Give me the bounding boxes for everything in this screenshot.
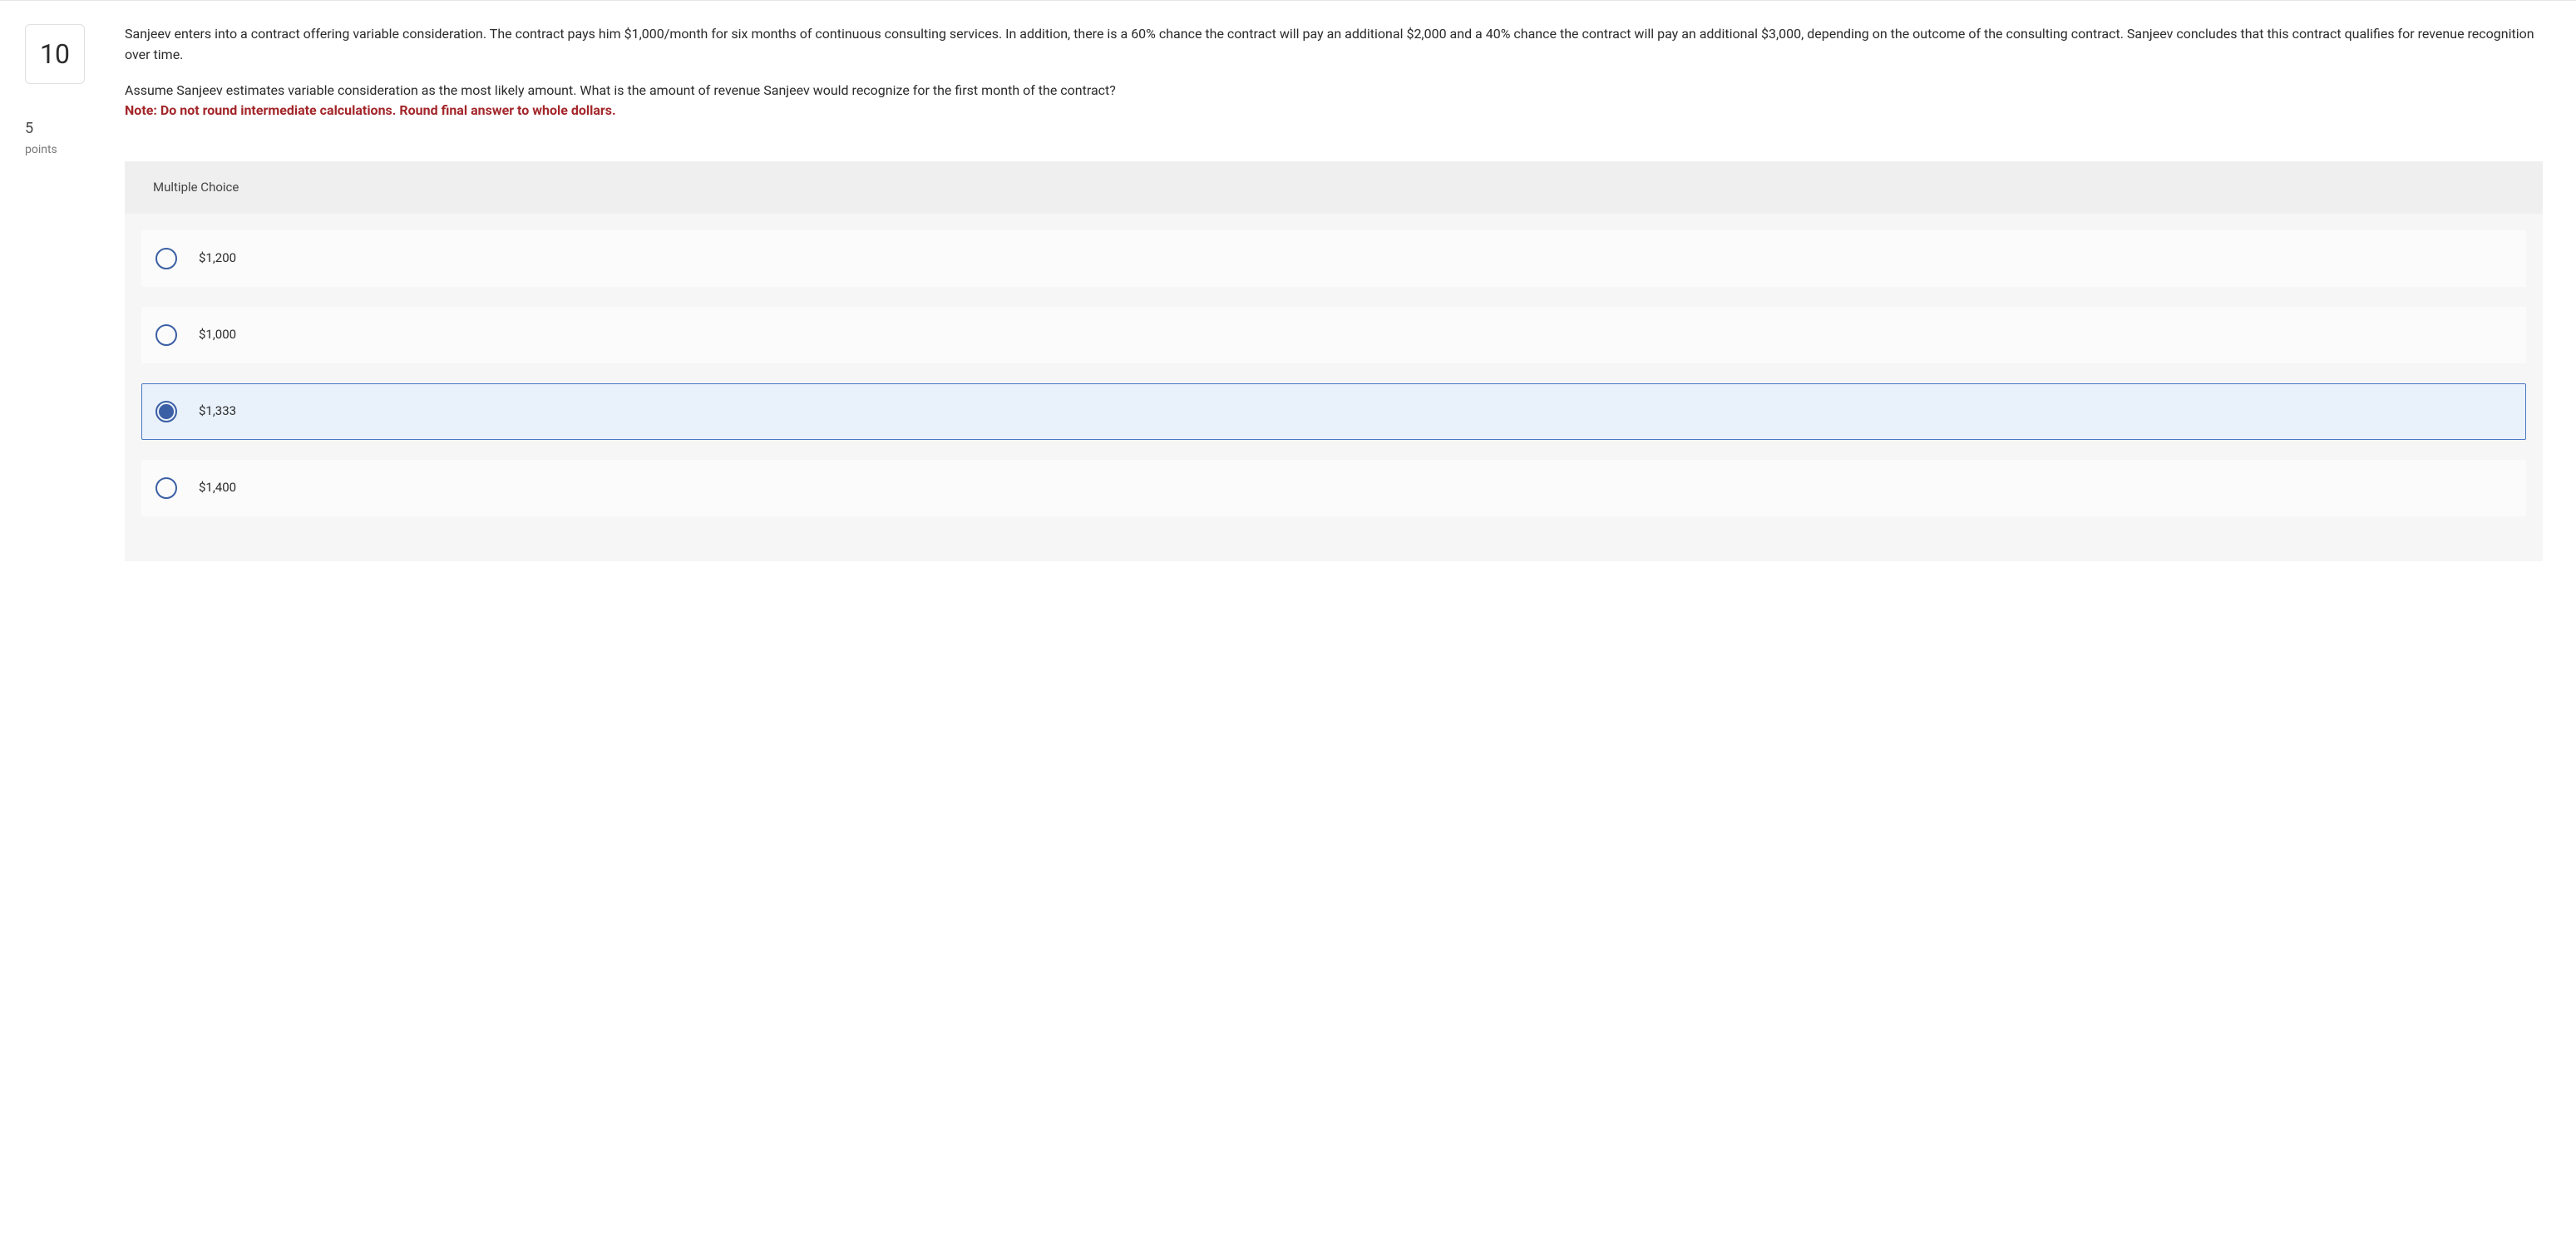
option-4[interactable]: $1,400	[141, 460, 2526, 516]
option-label: $1,400	[199, 478, 236, 497]
option-3[interactable]: $1,333	[141, 383, 2526, 440]
question-number-box: 10	[25, 24, 85, 84]
options-list: $1,200 $1,000 $1,333 $1,400	[125, 214, 2543, 516]
points-block: 5 points	[25, 117, 57, 159]
option-label: $1,000	[199, 325, 236, 344]
radio-icon	[155, 401, 177, 422]
points-label: points	[25, 141, 57, 159]
option-label: $1,333	[199, 402, 236, 421]
question-text: Sanjeev enters into a contract offering …	[125, 24, 2543, 121]
radio-icon	[155, 324, 177, 346]
question-note: Note: Do not round intermediate calculat…	[125, 102, 616, 118]
main-column: Sanjeev enters into a contract offering …	[125, 24, 2543, 561]
radio-icon	[155, 477, 177, 499]
answer-type-label: Multiple Choice	[125, 161, 2543, 214]
question-lead: Assume Sanjeev estimates variable consid…	[125, 82, 1116, 98]
radio-icon	[155, 248, 177, 269]
points-value: 5	[25, 117, 57, 140]
option-label: $1,200	[199, 249, 236, 268]
question-paragraph-1: Sanjeev enters into a contract offering …	[125, 24, 2543, 66]
option-1[interactable]: $1,200	[141, 230, 2526, 287]
left-column: 10 5 points	[25, 24, 91, 561]
answer-block: Multiple Choice $1,200 $1,000 $1,333 $1,…	[125, 161, 2543, 561]
question-page: 10 5 points Sanjeev enters into a contra…	[0, 1, 2576, 595]
option-2[interactable]: $1,000	[141, 307, 2526, 363]
question-number: 10	[40, 34, 70, 74]
question-paragraph-2: Assume Sanjeev estimates variable consid…	[125, 81, 2543, 122]
